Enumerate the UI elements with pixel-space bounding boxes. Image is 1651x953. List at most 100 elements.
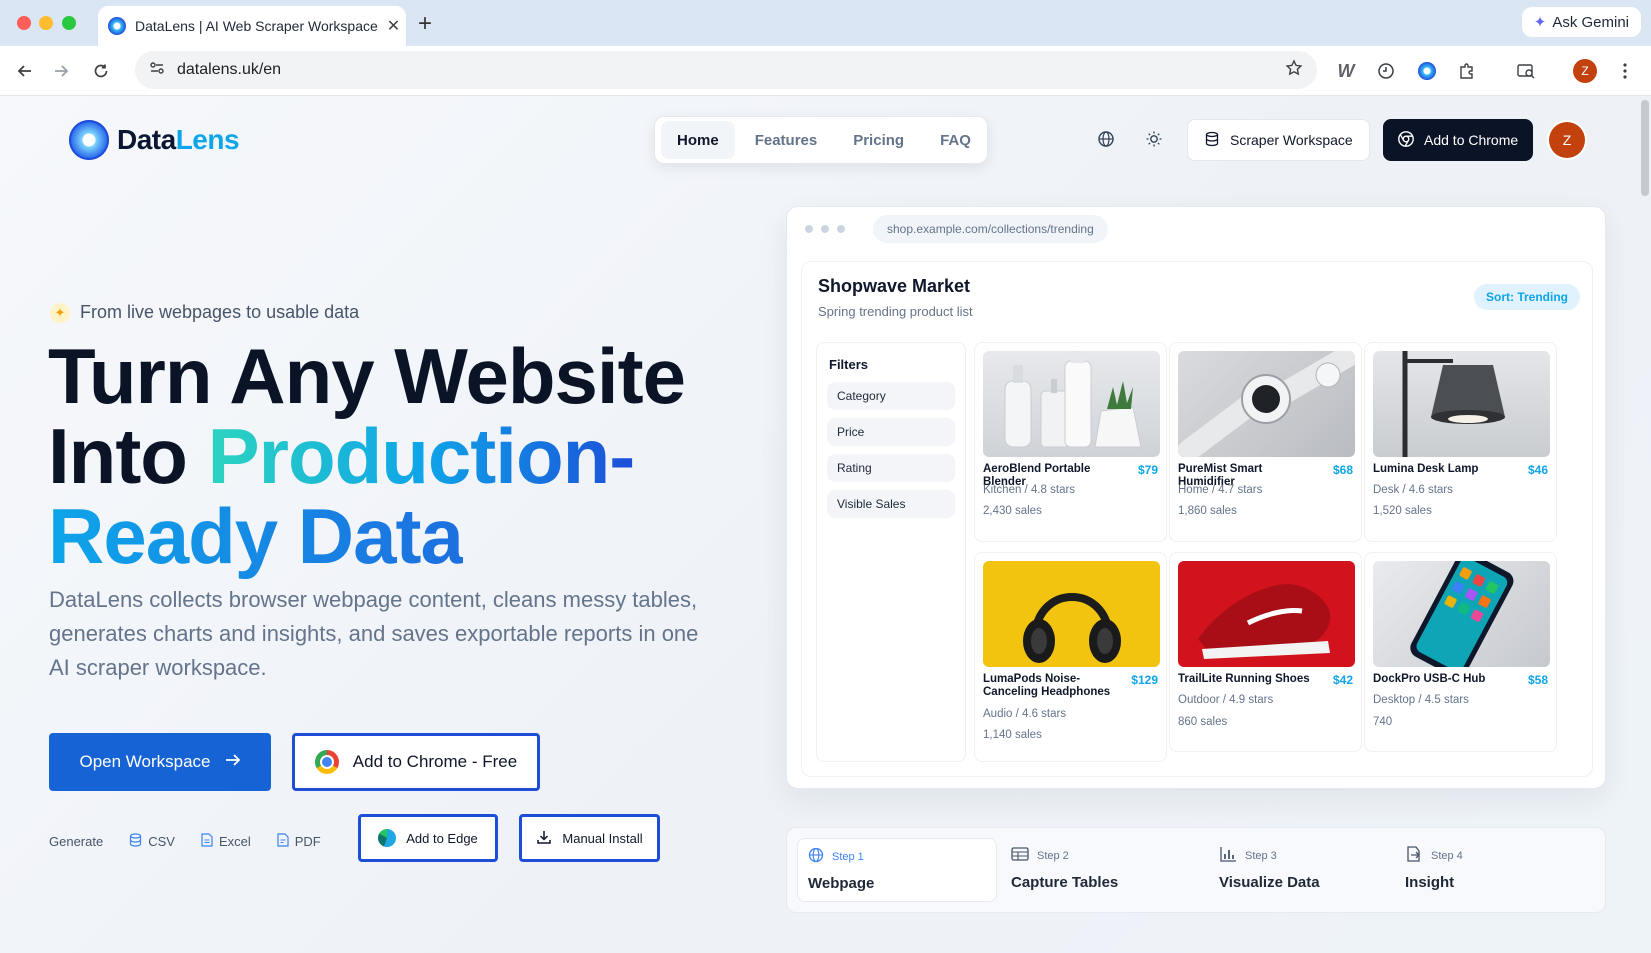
bookmark-star-icon[interactable] <box>1285 58 1303 82</box>
user-avatar[interactable]: Z <box>1549 122 1585 158</box>
product-sales: 2,430 sales <box>983 505 1042 517</box>
language-globe-icon[interactable] <box>1093 126 1119 152</box>
step-label: Webpage <box>808 875 875 892</box>
product-category: Kitchen / 4.8 stars <box>983 484 1076 496</box>
nav-home[interactable]: Home <box>661 121 735 159</box>
browser-profile-avatar[interactable]: Z <box>1573 59 1597 83</box>
hero-line-3: Ready Data <box>48 492 464 580</box>
step-visualize-data[interactable]: Step 3 Visualize Data <box>1209 838 1330 902</box>
forward-arrow-icon[interactable] <box>48 58 74 84</box>
preview-browser-window: shop.example.com/collections/trending Sh… <box>786 206 1606 789</box>
manual-install-label: Manual Install <box>562 830 643 846</box>
download-icon <box>536 829 552 848</box>
new-tab-button[interactable]: + <box>418 10 432 38</box>
browser-tab[interactable]: DataLens | AI Web Scraper Workspace ✕ <box>98 6 406 46</box>
extensions-puzzle-icon[interactable] <box>1454 58 1480 84</box>
sort-badge[interactable]: Sort: Trending <box>1474 284 1580 310</box>
product-card[interactable]: AeroBlend Portable Blender $79 Kitchen /… <box>974 342 1167 542</box>
datalens-extension-icon[interactable] <box>1414 58 1440 84</box>
product-card[interactable]: PureMist Smart Humidifier $68 Home / 4.7… <box>1169 342 1362 542</box>
reload-icon[interactable] <box>88 58 114 84</box>
step-label: Visualize Data <box>1219 874 1320 891</box>
logo-wordmark: DataLens <box>117 124 240 155</box>
product-sales: 1,520 sales <box>1373 505 1432 517</box>
step-insight[interactable]: Step 4 Insight <box>1395 838 1473 902</box>
product-category: Outdoor / 4.9 stars <box>1178 694 1274 706</box>
product-category: Desk / 4.6 stars <box>1373 484 1453 496</box>
step-number: Step 4 <box>1431 850 1463 862</box>
extension-clock-icon[interactable] <box>1373 58 1399 84</box>
nav-pricing[interactable]: Pricing <box>837 121 920 159</box>
filter-category[interactable]: Category <box>827 382 955 410</box>
close-window-button[interactable] <box>17 16 31 30</box>
product-image-bottles <box>983 351 1160 457</box>
product-category: Desktop / 4.5 stars <box>1373 694 1469 706</box>
add-to-chrome-free-button[interactable]: Add to Chrome - Free <box>292 733 540 791</box>
product-name: TrailLite Running Shoes <box>1178 673 1310 685</box>
theme-sun-icon[interactable] <box>1141 126 1167 152</box>
nav-features[interactable]: Features <box>739 121 834 159</box>
minimize-window-button[interactable] <box>39 16 53 30</box>
step-capture-tables[interactable]: Step 2 Capture Tables <box>1001 838 1128 902</box>
product-category: Audio / 4.6 stars <box>983 708 1067 720</box>
browser-menu-kebab-icon[interactable] <box>1612 58 1638 84</box>
extension-w-icon[interactable]: W <box>1333 58 1359 84</box>
address-bar[interactable]: datalens.uk/en <box>135 51 1317 89</box>
zoom-window-button[interactable] <box>62 16 76 30</box>
product-price: $42 <box>1332 673 1353 687</box>
open-workspace-button[interactable]: Open Workspace <box>49 733 271 791</box>
gemini-sparkle-icon: ✦ <box>1533 14 1547 31</box>
header-add-to-chrome-button[interactable]: Add to Chrome <box>1383 119 1533 161</box>
browser-toolbar: datalens.uk/en W Z <box>0 46 1651 96</box>
nav-faq[interactable]: FAQ <box>924 121 987 159</box>
product-name: DockPro USB-C Hub <box>1373 673 1486 685</box>
manual-install-button[interactable]: Manual Install <box>519 814 660 862</box>
tab-favicon-icon <box>108 17 126 35</box>
product-card[interactable]: DockPro USB-C Hub $58 Desktop / 4.5 star… <box>1364 552 1557 752</box>
pdf-file-icon <box>277 832 289 850</box>
product-card[interactable]: Lumina Desk Lamp $46 Desk / 4.6 stars 1,… <box>1364 342 1557 542</box>
product-card[interactable]: TrailLite Running Shoes $42 Outdoor / 4.… <box>1169 552 1362 752</box>
step-number: Step 1 <box>832 851 864 863</box>
datalens-lens-icon <box>69 120 109 160</box>
browser-tab-strip: DataLens | AI Web Scraper Workspace ✕ + … <box>0 0 1651 46</box>
filter-visible-sales[interactable]: Visible Sales <box>827 490 955 518</box>
step-label: Insight <box>1405 874 1455 891</box>
step-webpage[interactable]: Step 1 Webpage <box>797 838 997 902</box>
site-info-icon[interactable] <box>149 60 165 81</box>
ask-gemini-button[interactable]: ✦ Ask Gemini <box>1521 7 1641 37</box>
tab-close-icon[interactable]: ✕ <box>387 16 400 36</box>
add-to-edge-label: Add to Edge <box>406 830 478 846</box>
product-card[interactable]: LumaPods Noise-Canceling Headphones $129… <box>974 552 1167 762</box>
excel-file-icon <box>201 832 213 850</box>
filter-price[interactable]: Price <box>827 418 955 446</box>
product-price: $129 <box>1131 673 1158 687</box>
format-pdf: PDF <box>277 832 321 850</box>
tab-title: DataLens | AI Web Scraper Workspace <box>135 18 378 34</box>
page-scrollbar[interactable] <box>1641 100 1649 196</box>
product-sales: 740 <box>1373 716 1393 728</box>
back-arrow-icon[interactable] <box>12 58 38 84</box>
url-text: datalens.uk/en <box>177 61 282 78</box>
filter-rating[interactable]: Rating <box>827 454 955 482</box>
product-price: $58 <box>1527 673 1548 687</box>
header-add-to-chrome-label: Add to Chrome <box>1424 132 1519 148</box>
product-price: $79 <box>1137 463 1158 477</box>
datalens-logo[interactable]: DataLens <box>69 120 240 160</box>
tab-search-icon[interactable] <box>1513 58 1539 84</box>
product-sales: 1,140 sales <box>983 729 1042 741</box>
chrome-logo-icon <box>314 750 339 774</box>
filters-panel: Filters Category Price Rating Visible Sa… <box>816 342 966 762</box>
product-image-red-shoe <box>1178 561 1355 667</box>
store-title: Shopwave Market <box>818 276 971 296</box>
product-sales: 1,860 sales <box>1178 505 1237 517</box>
preview-window-dot <box>821 225 829 233</box>
csv-database-icon <box>129 832 142 850</box>
product-name: LumaPods Noise-Canceling Headphones <box>983 673 1111 698</box>
page-content: DataLens Home Features Pricing FAQ Scrap… <box>0 96 1651 953</box>
add-to-edge-button[interactable]: Add to Edge <box>358 814 498 862</box>
hero-eyebrow: ✦ From live webpages to usable data <box>50 302 359 323</box>
product-sales: 860 sales <box>1178 716 1228 728</box>
scraper-workspace-button[interactable]: Scraper Workspace <box>1187 119 1370 161</box>
store-panel: Shopwave Market Spring trending product … <box>801 261 1593 777</box>
